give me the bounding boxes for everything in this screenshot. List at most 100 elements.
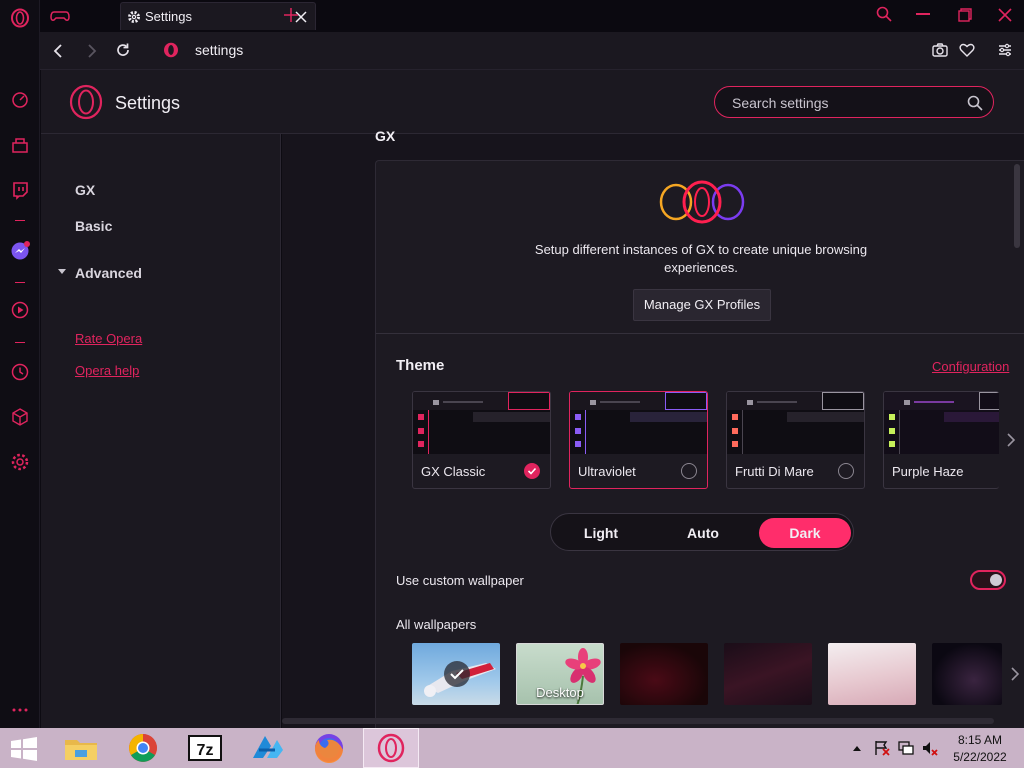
theme-card-ultraviolet[interactable]: Ultraviolet — [569, 391, 708, 489]
gx-sidebar — [0, 0, 40, 728]
rate-opera-link[interactable]: Rate Opera — [75, 331, 142, 346]
theme-preview — [570, 392, 707, 454]
horizontal-scrollbar[interactable] — [282, 718, 994, 724]
nav-item-gx[interactable]: GX — [75, 182, 95, 198]
theme-radio[interactable] — [838, 463, 854, 479]
extensions-cube-icon[interactable] — [10, 407, 30, 427]
opera-gx-logo-icon — [69, 84, 103, 120]
wallpaper-thumb[interactable] — [620, 643, 708, 705]
messenger-icon[interactable] — [10, 241, 30, 261]
address-bar: settings — [40, 32, 1024, 70]
restore-icon[interactable] — [958, 8, 972, 22]
svg-text:7z: 7z — [197, 742, 214, 759]
address-field[interactable]: settings — [195, 42, 243, 58]
wallpaper-thumb[interactable]: Desktop — [516, 643, 604, 705]
selected-check-icon — [444, 661, 470, 687]
close-window-icon[interactable] — [998, 8, 1012, 22]
chevron-up-icon[interactable] — [852, 744, 862, 752]
clock-time[interactable]: 8:15 AM — [948, 733, 1012, 747]
easy-setup-icon[interactable] — [997, 42, 1013, 58]
history-icon[interactable] — [10, 362, 30, 382]
wallpaper-thumb[interactable] — [932, 643, 1002, 705]
heart-icon[interactable] — [959, 42, 975, 58]
player-icon[interactable] — [10, 300, 30, 320]
new-tab-plus-icon[interactable] — [284, 8, 298, 22]
settings-nav: GX Basic Advanced Rate Opera Opera help — [41, 134, 281, 728]
7zip-icon[interactable]: 7z — [177, 728, 233, 768]
twitch-icon[interactable] — [10, 180, 30, 200]
opera-help-link[interactable]: Opera help — [75, 363, 139, 378]
minimize-icon[interactable] — [916, 13, 930, 15]
more-icon[interactable] — [10, 700, 30, 720]
reload-icon[interactable] — [115, 42, 131, 58]
wallpaper-thumb[interactable] — [724, 643, 812, 705]
theme-radio[interactable] — [681, 463, 697, 479]
gx-corner-icon[interactable] — [10, 135, 30, 155]
theme-preview — [413, 392, 550, 454]
forward-arrow-icon[interactable] — [84, 43, 98, 59]
windows-taskbar: 7z 8:15 AM 5/22/2022 — [0, 728, 1024, 768]
search-box — [714, 86, 994, 118]
chrome-icon[interactable] — [115, 728, 171, 768]
gx-settings-card: Setup different instances of GX to creat… — [375, 160, 1024, 730]
settings-gear-icon[interactable] — [10, 452, 30, 472]
search-icon[interactable] — [967, 95, 983, 111]
network-icon[interactable] — [898, 740, 914, 756]
mode-auto[interactable]: Auto — [657, 518, 749, 548]
settings-content: GX Setup different instances of GX to cr… — [282, 128, 1024, 730]
wallpaper-caption: Desktop — [536, 685, 584, 700]
nav-item-advanced[interactable]: Advanced — [75, 265, 142, 281]
configuration-link[interactable]: Configuration — [932, 359, 1009, 374]
app-icon[interactable] — [239, 728, 295, 768]
camera-icon[interactable] — [932, 42, 948, 58]
tab-strip: Settings — [40, 0, 1024, 32]
section-heading-gx: GX — [375, 128, 396, 144]
chevron-right-icon[interactable] — [1006, 433, 1016, 447]
nav-item-basic[interactable]: Basic — [75, 218, 112, 234]
theme-radio-checked-icon[interactable] — [524, 463, 540, 479]
sidebar-separator — [15, 282, 25, 283]
action-center-flag-icon[interactable] — [874, 740, 890, 756]
theme-title: Theme — [396, 357, 445, 374]
mode-light[interactable]: Light — [555, 518, 647, 548]
custom-wallpaper-label: Use custom wallpaper — [396, 573, 524, 588]
gamepad-icon[interactable] — [50, 7, 70, 25]
manage-gx-profiles-button[interactable]: Manage GX Profiles — [633, 289, 771, 321]
chevron-right-icon[interactable] — [1010, 667, 1020, 681]
back-arrow-icon[interactable] — [52, 43, 66, 59]
wallpaper-thumb[interactable] — [828, 643, 916, 705]
gx-profiles-description: Setup different instances of GX to creat… — [534, 242, 868, 275]
search-tabs-icon[interactable] — [876, 6, 892, 22]
clock-date[interactable]: 5/22/2022 — [948, 750, 1012, 764]
gx-control-icon[interactable] — [10, 90, 30, 110]
mode-dark[interactable]: Dark — [759, 518, 851, 548]
theme-mode-switch: Light Auto Dark — [550, 513, 854, 551]
theme-name: GX Classic — [421, 464, 486, 479]
theme-card-purple-haze[interactable]: Purple Haze — [883, 391, 999, 489]
page-title: Settings — [115, 93, 181, 113]
all-wallpapers-label: All wallpapers — [396, 617, 477, 632]
theme-name: Ultraviolet — [578, 464, 636, 479]
gx-profiles-rings-icon — [654, 179, 750, 225]
sidebar-separator — [15, 342, 25, 343]
opera-menu-icon[interactable] — [10, 8, 30, 28]
chevron-down-icon[interactable] — [58, 269, 66, 275]
windows-start-icon[interactable] — [10, 737, 38, 761]
opera-gx-taskbar-icon[interactable] — [363, 728, 419, 768]
search-input[interactable] — [732, 93, 952, 113]
firefox-icon[interactable] — [301, 728, 357, 768]
theme-card-frutti-di-mare[interactable]: Frutti Di Mare — [726, 391, 865, 489]
theme-name: Frutti Di Mare — [735, 464, 814, 479]
volume-muted-icon[interactable] — [922, 740, 938, 756]
theme-preview — [727, 392, 864, 454]
theme-card-gx-classic[interactable]: GX Classic — [412, 391, 551, 489]
tab-title: Settings — [145, 9, 192, 24]
custom-wallpaper-toggle[interactable] — [970, 570, 1006, 590]
sidebar-separator — [15, 220, 25, 221]
opera-site-icon — [163, 42, 179, 58]
theme-preview — [884, 392, 999, 454]
file-explorer-icon[interactable] — [53, 728, 109, 768]
vertical-scrollbar[interactable] — [1014, 164, 1020, 248]
settings-header: Settings — [41, 70, 1024, 134]
wallpaper-thumb[interactable] — [412, 643, 500, 705]
